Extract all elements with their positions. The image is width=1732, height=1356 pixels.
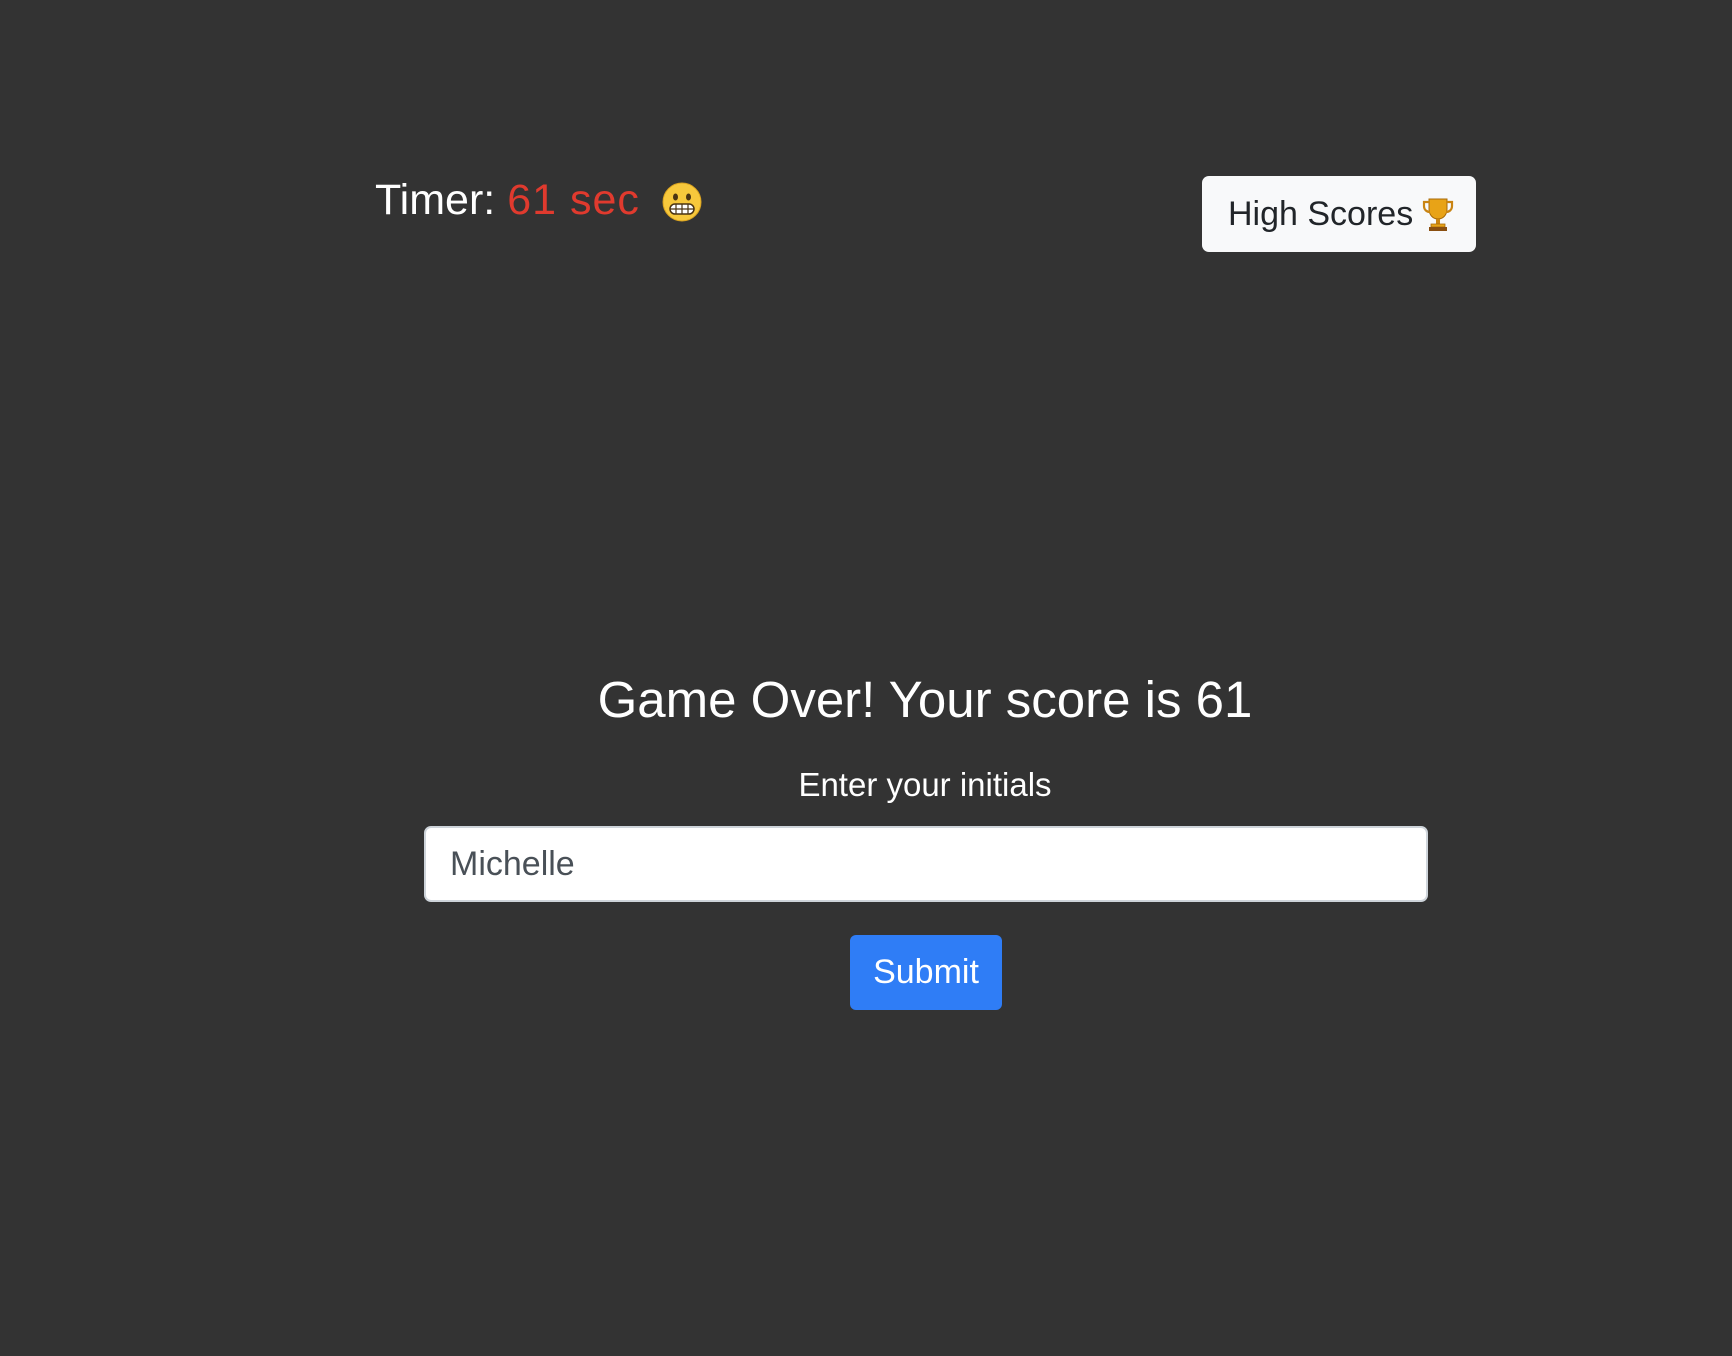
game-over-message: Game Over! Your score is 61 xyxy=(597,671,1253,728)
initials-input[interactable] xyxy=(424,826,1428,902)
initials-label: Enter your initials xyxy=(798,766,1052,803)
submit-button[interactable]: Submit xyxy=(850,935,1002,1010)
high-scores-button[interactable]: High Scores xyxy=(1202,176,1476,252)
grimacing-face-icon xyxy=(662,180,702,222)
trophy-icon xyxy=(1421,196,1455,232)
timer: Timer: 61 sec xyxy=(375,172,702,228)
timer-label: Timer: xyxy=(375,176,496,224)
high-scores-label: High Scores xyxy=(1228,194,1414,233)
timer-value: 61 sec xyxy=(507,176,640,224)
